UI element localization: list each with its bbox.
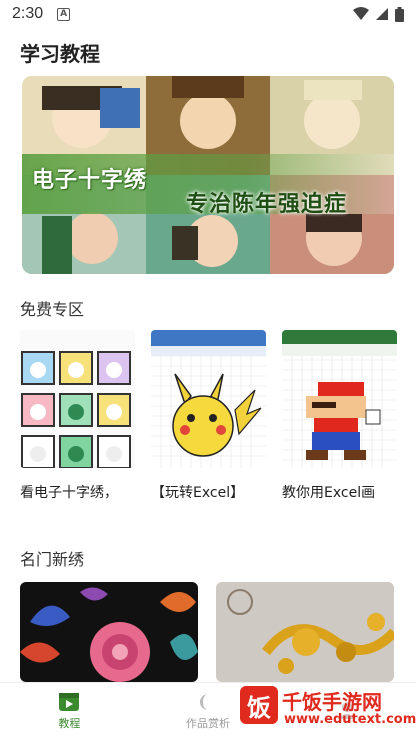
famous-section-title: 名门新绣 xyxy=(20,550,85,569)
card-thumbnail xyxy=(282,330,397,468)
tab-label: 教程 xyxy=(58,716,81,730)
promo-banner[interactable]: 电子十字绣 专治陈年强迫症 xyxy=(22,76,394,274)
watermark-logo-icon: 饭 xyxy=(240,686,278,724)
free-card-2[interactable]: 【玩转Excel】 xyxy=(151,330,266,502)
banner-subtitle: 专治陈年强迫症 xyxy=(186,192,348,217)
wifi-icon xyxy=(353,7,369,20)
mario-excel-image xyxy=(282,330,397,468)
card-thumbnail xyxy=(20,330,135,468)
cat-stickers-image xyxy=(20,330,135,468)
tab-tutorial[interactable]: 教程 xyxy=(0,683,139,739)
banner-title: 电子十字绣 xyxy=(32,168,148,193)
card-caption: 教你用Excel画 xyxy=(282,485,376,501)
card-thumbnail xyxy=(151,330,266,468)
free-card-3[interactable]: 教你用Excel画 xyxy=(282,330,397,502)
page-title: 学习教程 xyxy=(20,42,100,66)
gallery-icon xyxy=(200,693,208,710)
watermark-url: www.edutext.com xyxy=(284,712,416,727)
card-caption: 看电子十字绣， xyxy=(20,485,118,501)
pikachu-excel-image xyxy=(151,330,266,468)
flower-embroidery-image xyxy=(20,582,198,682)
embroidery-card-1[interactable] xyxy=(20,582,198,682)
free-card-1[interactable]: 看电子十字绣， xyxy=(20,330,135,502)
gold-embroidery-image xyxy=(216,582,394,682)
status-bar: 2:30 A xyxy=(0,0,416,28)
embroidery-card-2[interactable] xyxy=(216,582,394,682)
notification-a-icon: A xyxy=(57,7,71,21)
status-time: 2:30 xyxy=(12,5,44,22)
watermark: 饭 千饭手游网 www.edutext.com xyxy=(238,684,416,738)
play-icon xyxy=(59,692,80,711)
watermark-brand: 千饭手游网 xyxy=(282,690,382,714)
battery-icon xyxy=(395,6,404,22)
tab-label: 作品赏析 xyxy=(186,716,230,730)
signal-icon xyxy=(376,8,388,20)
card-caption: 【玩转Excel】 xyxy=(151,485,245,501)
free-section-title: 免费专区 xyxy=(20,300,85,319)
